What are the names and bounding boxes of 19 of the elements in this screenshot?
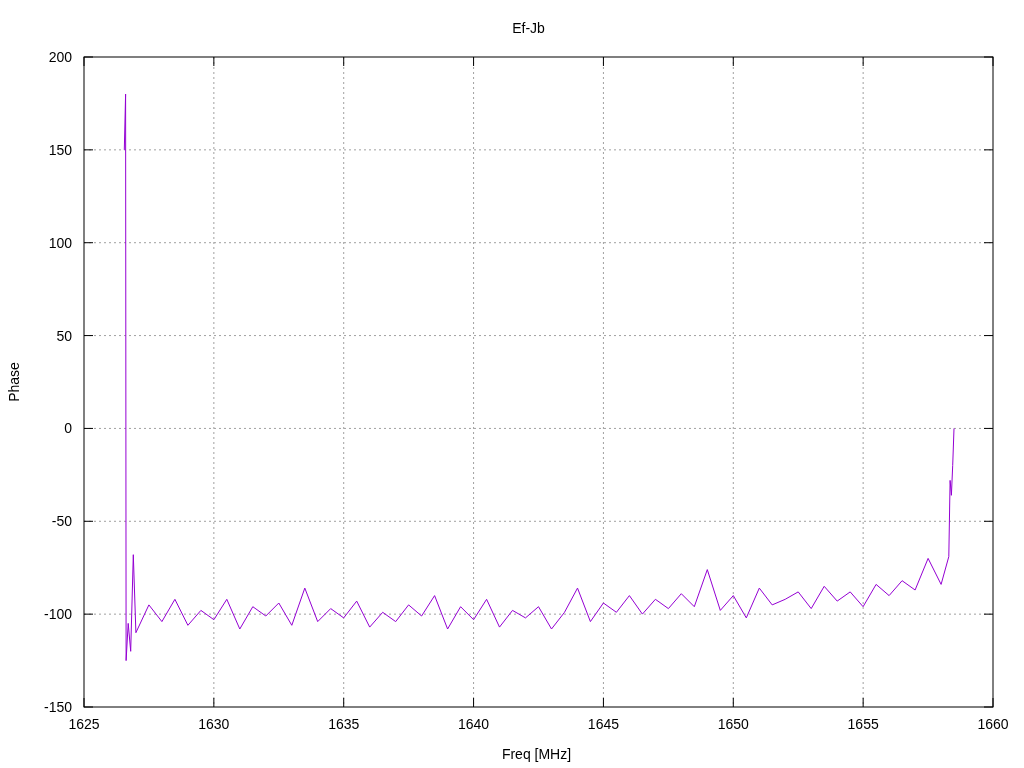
y-tick-label: -50 bbox=[51, 513, 72, 530]
y-axis-label: Phase bbox=[6, 362, 22, 402]
y-tick-label: -100 bbox=[43, 606, 72, 623]
y-tick-label: 100 bbox=[48, 234, 72, 251]
x-tick-label: 1660 bbox=[977, 716, 1009, 732]
x-tick-label: 1650 bbox=[717, 716, 749, 732]
chart-title: Ef-Jb bbox=[512, 20, 545, 36]
x-tick-label: 1630 bbox=[198, 716, 230, 732]
y-tick-label: 50 bbox=[56, 327, 72, 344]
x-tick-label: 1655 bbox=[847, 716, 879, 732]
x-axis-label: Freq [MHz] bbox=[501, 746, 572, 762]
x-tick-label: 1635 bbox=[328, 716, 360, 732]
y-tick-label: 0 bbox=[64, 420, 72, 437]
x-tick-label: 1625 bbox=[68, 716, 100, 732]
x-tick-label: 1645 bbox=[587, 716, 619, 732]
y-tick-label: -150 bbox=[43, 699, 72, 715]
x-tick-label: 1640 bbox=[458, 716, 490, 732]
y-tick-label: 150 bbox=[48, 141, 72, 158]
y-tick-label: 200 bbox=[48, 49, 72, 65]
